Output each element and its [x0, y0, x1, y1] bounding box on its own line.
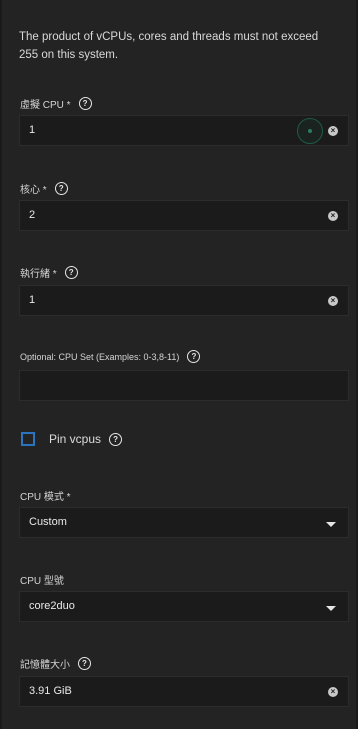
cores-label-row: 核心 * ? — [20, 181, 68, 196]
clear-icon[interactable]: × — [328, 211, 338, 221]
threads-label-row: 執行緒 * ? — [20, 265, 78, 280]
focus-ripple — [297, 118, 323, 144]
help-icon[interactable]: ? — [78, 97, 92, 110]
threads-value: 1 — [29, 294, 36, 306]
limit-notice: The product of vCPUs, cores and threads … — [19, 31, 319, 61]
vcpu-label: 虛擬 CPU * — [20, 100, 71, 111]
clear-icon[interactable]: × — [328, 687, 338, 697]
pin-vcpus-label: Pin vcpus — [49, 432, 102, 446]
vcpu-label-row: 虛擬 CPU * ? — [20, 96, 92, 111]
vcpu-input[interactable]: 1 × — [19, 115, 349, 146]
cores-value: 2 — [29, 209, 36, 221]
help-icon[interactable]: ? — [187, 350, 201, 363]
cpu-model-value: core2duo — [29, 600, 75, 612]
cpu-mode-select[interactable]: Custom — [19, 507, 349, 538]
caret-down-icon[interactable] — [326, 606, 336, 611]
cpuset-input[interactable] — [19, 370, 349, 401]
vcpu-value: 1 — [29, 124, 36, 136]
help-icon[interactable]: ? — [54, 182, 68, 195]
cpuset-label-row: Optional: CPU Set (Examples: 0-3,8-11) ? — [20, 350, 201, 363]
cpu-model-label-row: CPU 型號 — [20, 572, 64, 587]
memory-value: 3.91 GiB — [29, 685, 72, 697]
cpu-memory-panel: The product of vCPUs, cores and threads … — [2, 0, 356, 729]
help-icon[interactable]: ? — [109, 432, 123, 446]
help-icon[interactable]: ? — [64, 266, 78, 279]
pin-vcpus-row: Pin vcpus ? — [21, 432, 123, 446]
cpu-mode-value: Custom — [29, 516, 67, 528]
threads-input[interactable]: 1 × — [19, 285, 349, 316]
cpu-mode-label-row: CPU 模式 * — [20, 488, 71, 503]
pin-vcpus-checkbox[interactable] — [21, 432, 35, 446]
cpu-mode-label: CPU 模式 * — [20, 492, 71, 503]
cpuset-label: Optional: CPU Set (Examples: 0-3,8-11) — [20, 351, 180, 362]
threads-label: 執行緒 * — [20, 269, 57, 280]
clear-icon[interactable]: × — [328, 126, 338, 136]
clear-icon[interactable]: × — [328, 296, 338, 306]
memory-input[interactable]: 3.91 GiB × — [19, 676, 349, 707]
cores-input[interactable]: 2 × — [19, 200, 349, 231]
memory-label-row: 記憶體大小 ? — [20, 656, 91, 671]
caret-down-icon[interactable] — [326, 522, 336, 527]
memory-label: 記憶體大小 — [20, 660, 70, 671]
cpu-model-label: CPU 型號 — [20, 576, 64, 587]
cores-label: 核心 * — [20, 185, 47, 196]
help-icon[interactable]: ? — [78, 657, 91, 670]
cpu-model-select[interactable]: core2duo — [19, 591, 349, 622]
